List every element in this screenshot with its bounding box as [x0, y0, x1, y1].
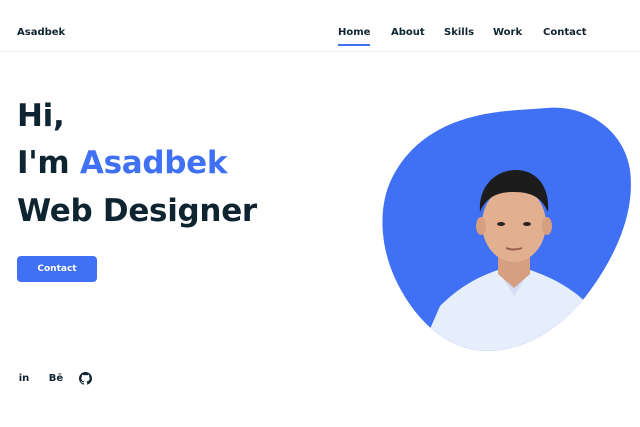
hero-intro-text: I'm	[17, 145, 80, 181]
nav-skills[interactable]: Skills	[444, 27, 474, 38]
nav-work[interactable]: Work	[493, 27, 522, 38]
nav-about[interactable]: About	[391, 27, 425, 38]
contact-button[interactable]: Contact	[17, 256, 97, 282]
behance-icon[interactable]: Bē	[48, 371, 64, 385]
profile-photo	[382, 107, 631, 351]
site-logo[interactable]: Asadbek	[17, 27, 65, 38]
hero-role: Web Designer	[17, 193, 257, 229]
hero-intro: I'm Asadbek	[17, 145, 228, 181]
nav-contact[interactable]: Contact	[543, 27, 587, 38]
github-icon[interactable]	[78, 371, 92, 385]
hero-greeting: Hi,	[17, 98, 65, 134]
hero-name: Asadbek	[79, 145, 228, 181]
nav-home[interactable]: Home	[338, 27, 371, 46]
linkedin-icon[interactable]: in	[17, 371, 31, 385]
site-header: Asadbek Home About Skills Work Contact	[0, 0, 640, 52]
